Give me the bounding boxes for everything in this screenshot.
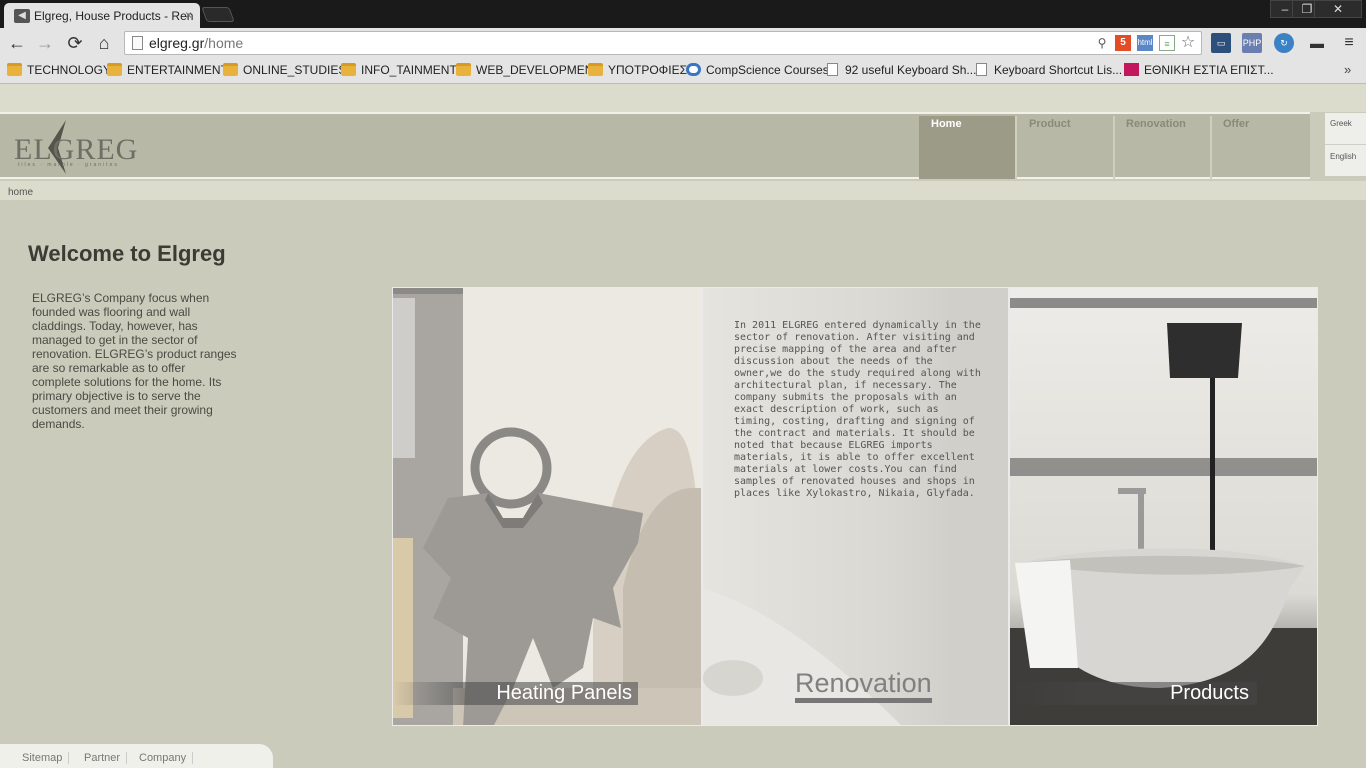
site-favicon-icon: ◀ [14, 9, 30, 23]
browser-toolbar: ← → ⟳ ⌂ elgreg.gr/home ⚲ 5 html ≡ ☆ ▭ PH… [0, 28, 1366, 58]
site-icon [1124, 63, 1139, 76]
nav-home[interactable]: Home [919, 116, 1015, 179]
footer-links: Sitemap Partner Company [0, 744, 273, 768]
products-bathroom-image [1010, 298, 1317, 725]
breadcrumb[interactable]: home [8, 187, 33, 198]
new-tab-button[interactable] [201, 7, 235, 22]
folder-icon [223, 63, 238, 76]
heating-panels-label: Heating Panels [393, 682, 638, 705]
renovation-card[interactable]: In 2011 ELGREG entered dynamically in th… [702, 287, 1009, 726]
bookmark-item[interactable]: WEB_DEVELOPMENT [456, 63, 601, 77]
compscience-icon [686, 63, 701, 76]
screen-capture-extension-icon[interactable]: ▭ [1211, 33, 1231, 53]
bookmark-label: Keyboard Shortcut Lis... [994, 63, 1123, 77]
top-strip [0, 84, 1366, 112]
sync-extension-icon[interactable]: ↻ [1274, 33, 1294, 53]
heating-panels-card[interactable]: Heating Panels [392, 287, 702, 726]
html-validator-extension-icon[interactable]: html [1137, 35, 1153, 51]
renovation-description: In 2011 ELGREG entered dynamically in th… [734, 320, 981, 499]
forward-button[interactable]: → [33, 32, 57, 54]
tab-close-icon[interactable]: × [185, 8, 192, 22]
bookmark-label: INFO_TAINMENT [361, 63, 457, 77]
language-divider [1325, 144, 1366, 145]
url-host: elgreg.gr [149, 35, 205, 51]
home-button[interactable]: ⌂ [92, 32, 116, 54]
reload-button[interactable]: ⟳ [63, 32, 87, 54]
folder-icon [341, 63, 356, 76]
browser-tab-strip: ◀ Elgreg, House Products - Ren × – ❐ ✕ [0, 0, 1366, 28]
bookmark-label: ΥΠΟΤΡΟΦΙΕΣ [608, 63, 688, 77]
url-path: /home [204, 35, 244, 51]
language-english[interactable]: English [1330, 152, 1356, 161]
bookmark-label: WEB_DEVELOPMENT [476, 63, 601, 77]
elgreg-logo[interactable]: ELGREG tiles · marble · granites [12, 118, 137, 176]
address-bar[interactable]: elgreg.gr/home ⚲ 5 html ≡ ☆ [124, 31, 1202, 55]
bookmark-item[interactable]: ONLINE_STUDIES [223, 63, 346, 77]
nav-product[interactable]: Product [1017, 116, 1113, 179]
bookmark-label: ONLINE_STUDIES [243, 63, 347, 77]
nav-offer[interactable]: Offer [1211, 116, 1309, 179]
page-icon [132, 36, 143, 50]
renovation-title[interactable]: Renovation [795, 668, 932, 703]
bookmark-item[interactable]: TECHNOLOGY [7, 63, 111, 77]
back-button[interactable]: ← [5, 32, 29, 54]
page-title: Welcome to Elgreg [28, 241, 226, 266]
bookmark-label: ENTERTAINMENT [127, 63, 228, 77]
url-text[interactable]: elgreg.gr/home [149, 35, 243, 51]
nav-renovation[interactable]: Renovation [1114, 116, 1210, 179]
folder-icon [7, 63, 22, 76]
folder-icon [588, 63, 603, 76]
page-icon [976, 63, 987, 76]
intro-text: ELGREG’s Company focus when founded was … [32, 291, 237, 431]
footer-sitemap-link[interactable]: Sitemap [22, 752, 70, 764]
bookmark-item[interactable]: ΕΘΝΙΚΗ ΕΣΤΙΑ ΕΠΙΣΤ... [1124, 63, 1274, 77]
window-close-button[interactable]: ✕ [1314, 0, 1362, 18]
bookmark-item[interactable]: ENTERTAINMENT [107, 63, 228, 77]
heating-panel-image [393, 288, 701, 725]
language-switcher: Greek English [1325, 113, 1366, 176]
bookmark-item[interactable]: 92 useful Keyboard Sh... [825, 63, 976, 77]
html5-extension-icon[interactable]: 5 [1115, 35, 1131, 51]
bookmarks-bar: TECHNOLOGY ENTERTAINMENT ONLINE_STUDIES … [0, 58, 1366, 84]
footer-partner-link[interactable]: Partner [84, 752, 128, 764]
site-header: ELGREG tiles · marble · granites Home Pr… [0, 112, 1310, 179]
products-label: Products [1010, 682, 1257, 705]
browser-menu-icon[interactable]: ≡ [1339, 33, 1359, 53]
folder-icon [107, 63, 122, 76]
bookmark-item[interactable]: INFO_TAINMENT [341, 63, 457, 77]
bar-extension-icon[interactable]: ▬ [1307, 33, 1327, 53]
page-icon [827, 63, 838, 76]
footer-company-link[interactable]: Company [139, 752, 194, 764]
bookmark-label: ΕΘΝΙΚΗ ΕΣΤΙΑ ΕΠΙΣΤ... [1144, 63, 1274, 77]
bookmark-item[interactable]: CompScience Courses [686, 63, 829, 77]
bookmark-item[interactable]: Keyboard Shortcut Lis... [974, 63, 1122, 77]
logo-tagline: tiles · marble · granites [18, 162, 119, 168]
tab-title: Elgreg, House Products - Ren [34, 9, 194, 23]
search-icon[interactable]: ⚲ [1094, 35, 1110, 51]
notes-extension-icon[interactable]: ≡ [1159, 35, 1175, 51]
folder-icon [456, 63, 471, 76]
browser-tab[interactable]: ◀ Elgreg, House Products - Ren × [4, 3, 200, 28]
bookmark-item[interactable]: ΥΠΟΤΡΟΦΙΕΣ [588, 63, 687, 77]
products-card[interactable]: Products [1009, 287, 1318, 726]
bookmark-label: TECHNOLOGY [27, 63, 112, 77]
bookmark-label: CompScience Courses [706, 63, 829, 77]
language-greek[interactable]: Greek [1330, 119, 1352, 128]
bookmark-label: 92 useful Keyboard Sh... [845, 63, 977, 77]
bookmarks-overflow-icon[interactable]: » [1344, 62, 1351, 77]
breadcrumb-bar: home [0, 181, 1366, 200]
bookmark-star-icon[interactable]: ☆ [1180, 35, 1196, 51]
php-extension-icon[interactable]: PHP [1242, 33, 1262, 53]
